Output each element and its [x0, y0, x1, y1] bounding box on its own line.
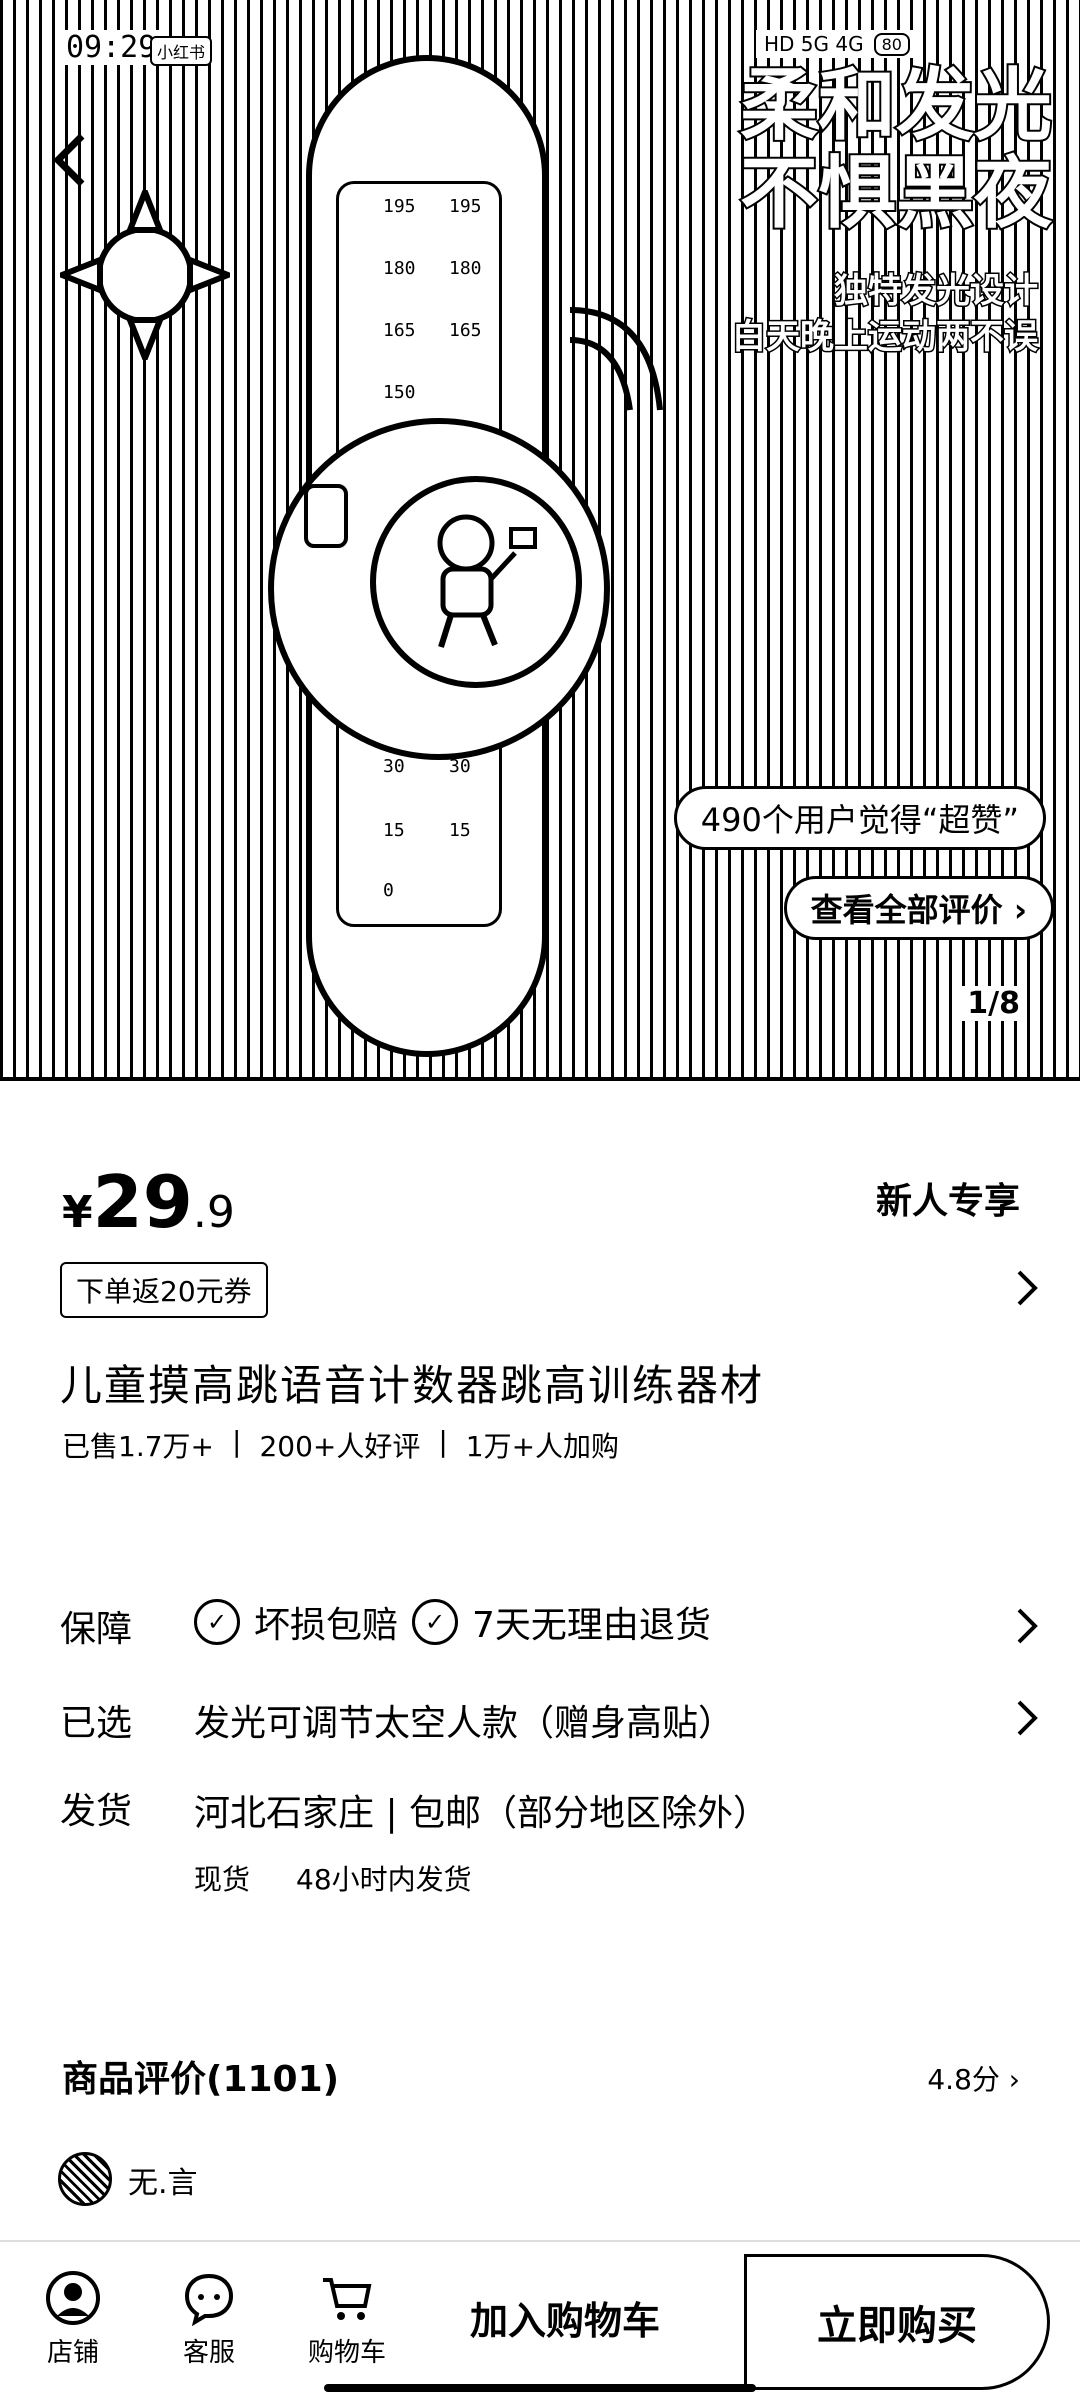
shop-button[interactable]: 店铺	[18, 2270, 128, 2369]
ruler-tick: 180	[449, 258, 482, 279]
chevron-right-icon: ›	[1013, 891, 1027, 929]
ruler-tick: 195	[383, 196, 416, 217]
shipping-subinfo: 现货 48小时内发货	[194, 1858, 472, 1898]
battery-icon: 80	[873, 32, 910, 56]
stats-divider: |	[438, 1425, 448, 1458]
shipping-label: 发货	[60, 1791, 133, 1832]
counter-device	[268, 418, 610, 760]
selected-label: 已选	[60, 1703, 133, 1744]
ruler-tick: 165	[383, 320, 416, 341]
shop-avatar-icon	[45, 2270, 101, 2326]
cart-button[interactable]: 购物车	[292, 2270, 402, 2369]
reviews-score-value: 4.8分	[927, 2063, 1000, 2096]
guarantee-label: 保障	[60, 1609, 133, 1650]
signal-waves-icon	[569, 307, 663, 411]
buy-now-button[interactable]: 立即购买	[744, 2254, 1050, 2390]
shopping-cart-icon	[319, 2270, 375, 2326]
headline-line: 不惧黑夜	[738, 148, 1054, 240]
stats-divider: |	[232, 1425, 242, 1458]
ruler-tick: 180	[383, 258, 416, 279]
status-indicators: HD 5G 4G 80	[756, 30, 918, 58]
ruler-tick: 30	[383, 756, 405, 777]
check-circle-icon: ✓	[412, 1599, 459, 1645]
cart-label: 购物车	[307, 2338, 386, 2368]
chevron-right-icon[interactable]	[1014, 1698, 1040, 1746]
view-all-reviews-button[interactable]: 查看全部评价 ›	[783, 876, 1054, 940]
guarantee-item: 坏损包赔	[254, 1605, 399, 1646]
sun-icon	[60, 190, 230, 360]
view-all-reviews-label: 查看全部评价	[810, 891, 1003, 929]
ruler-tick: 165	[449, 320, 482, 341]
reviews-score[interactable]: 4.8分 ›	[927, 2058, 1020, 2098]
chat-icon	[181, 2270, 237, 2326]
chevron-left-icon	[53, 133, 85, 187]
selected-variant[interactable]: 发光可调节太空人款（赠身高贴）	[194, 1694, 734, 1746]
ruler-tick: 0	[383, 880, 394, 901]
users-like-pill: 490个用户觉得“超赞”	[673, 786, 1046, 850]
positive-reviews: 200+人好评	[259, 1430, 421, 1463]
service-label: 客服	[182, 2338, 235, 2368]
status-time: 09:29	[60, 30, 163, 65]
ruler-tick: 150	[383, 382, 416, 403]
product-title: 儿童摸高跳语音计数器跳高训练器材	[60, 1361, 765, 1410]
price: ¥ 29 .9	[62, 1160, 235, 1244]
astronaut-figure	[437, 514, 537, 648]
guarantee-row[interactable]: ✓ 坏损包赔 ✓ 7天无理由退货	[194, 1596, 711, 1648]
price-currency: ¥	[62, 1187, 93, 1238]
headline-line: 柔和发光	[738, 60, 1054, 152]
reviewer-name: 无.言	[128, 2166, 198, 2201]
stock-status: 现货	[194, 1863, 251, 1896]
network-indicator: HD 5G 4G	[764, 32, 864, 56]
guarantee-item: 7天无理由退货	[472, 1605, 711, 1646]
avatar	[58, 2152, 112, 2206]
shop-label: 店铺	[46, 2338, 99, 2368]
hero-subline: 独特发光设计 白天晚上运动两不误	[731, 268, 1040, 360]
newcomer-exclusive-tag: 新人专享	[875, 1181, 1020, 1222]
chevron-right-icon[interactable]	[1014, 1606, 1040, 1654]
ruler-tick: 15	[383, 820, 405, 841]
add-to-cart-button[interactable]: 加入购物车	[470, 2290, 660, 2345]
hero-headline: 柔和发光 不惧黑夜	[738, 60, 1054, 240]
subline-line: 白天晚上运动两不误	[731, 316, 1040, 359]
customer-service-button[interactable]: 客服	[154, 2270, 264, 2369]
add-cart-count: 1万+人加购	[465, 1430, 620, 1463]
back-button[interactable]	[40, 130, 100, 190]
shipping-origin: 河北石家庄 | 包邮（部分地区除外）	[194, 1793, 770, 1834]
home-indicator[interactable]	[324, 2384, 756, 2392]
image-pager: 1/8	[961, 986, 1026, 1021]
ruler-tick: 195	[449, 196, 482, 217]
chevron-right-icon[interactable]	[1014, 1268, 1040, 1316]
price-integer: 29	[92, 1160, 193, 1244]
status-app-badge: 小红书	[150, 36, 213, 66]
reviews-title[interactable]: 商品评价(1101)	[62, 2050, 339, 2102]
price-decimal: .9	[192, 1187, 235, 1238]
device-button	[304, 484, 348, 548]
check-circle-icon: ✓	[194, 1599, 240, 1645]
subline-line: 独特发光设计	[833, 270, 1040, 313]
coupon-badge[interactable]: 下单返20元券	[60, 1262, 268, 1318]
sold-count: 已售1.7万+	[62, 1430, 214, 1463]
product-image-carousel[interactable]: 09:29 小红书 HD 5G 4G 80 195 195 180 180 16…	[0, 0, 1080, 1081]
bottom-action-bar: 店铺 客服 购物车 加入购物车 立即购买	[0, 2240, 1080, 2402]
ruler-tick: 15	[449, 820, 471, 841]
product-stats: 已售1.7万+ | 200+人好评 | 1万+人加购	[62, 1425, 619, 1465]
chevron-right-icon: ›	[1008, 2063, 1020, 2096]
delivery-eta: 48小时内发货	[296, 1863, 472, 1896]
astronaut-icon	[370, 476, 582, 688]
